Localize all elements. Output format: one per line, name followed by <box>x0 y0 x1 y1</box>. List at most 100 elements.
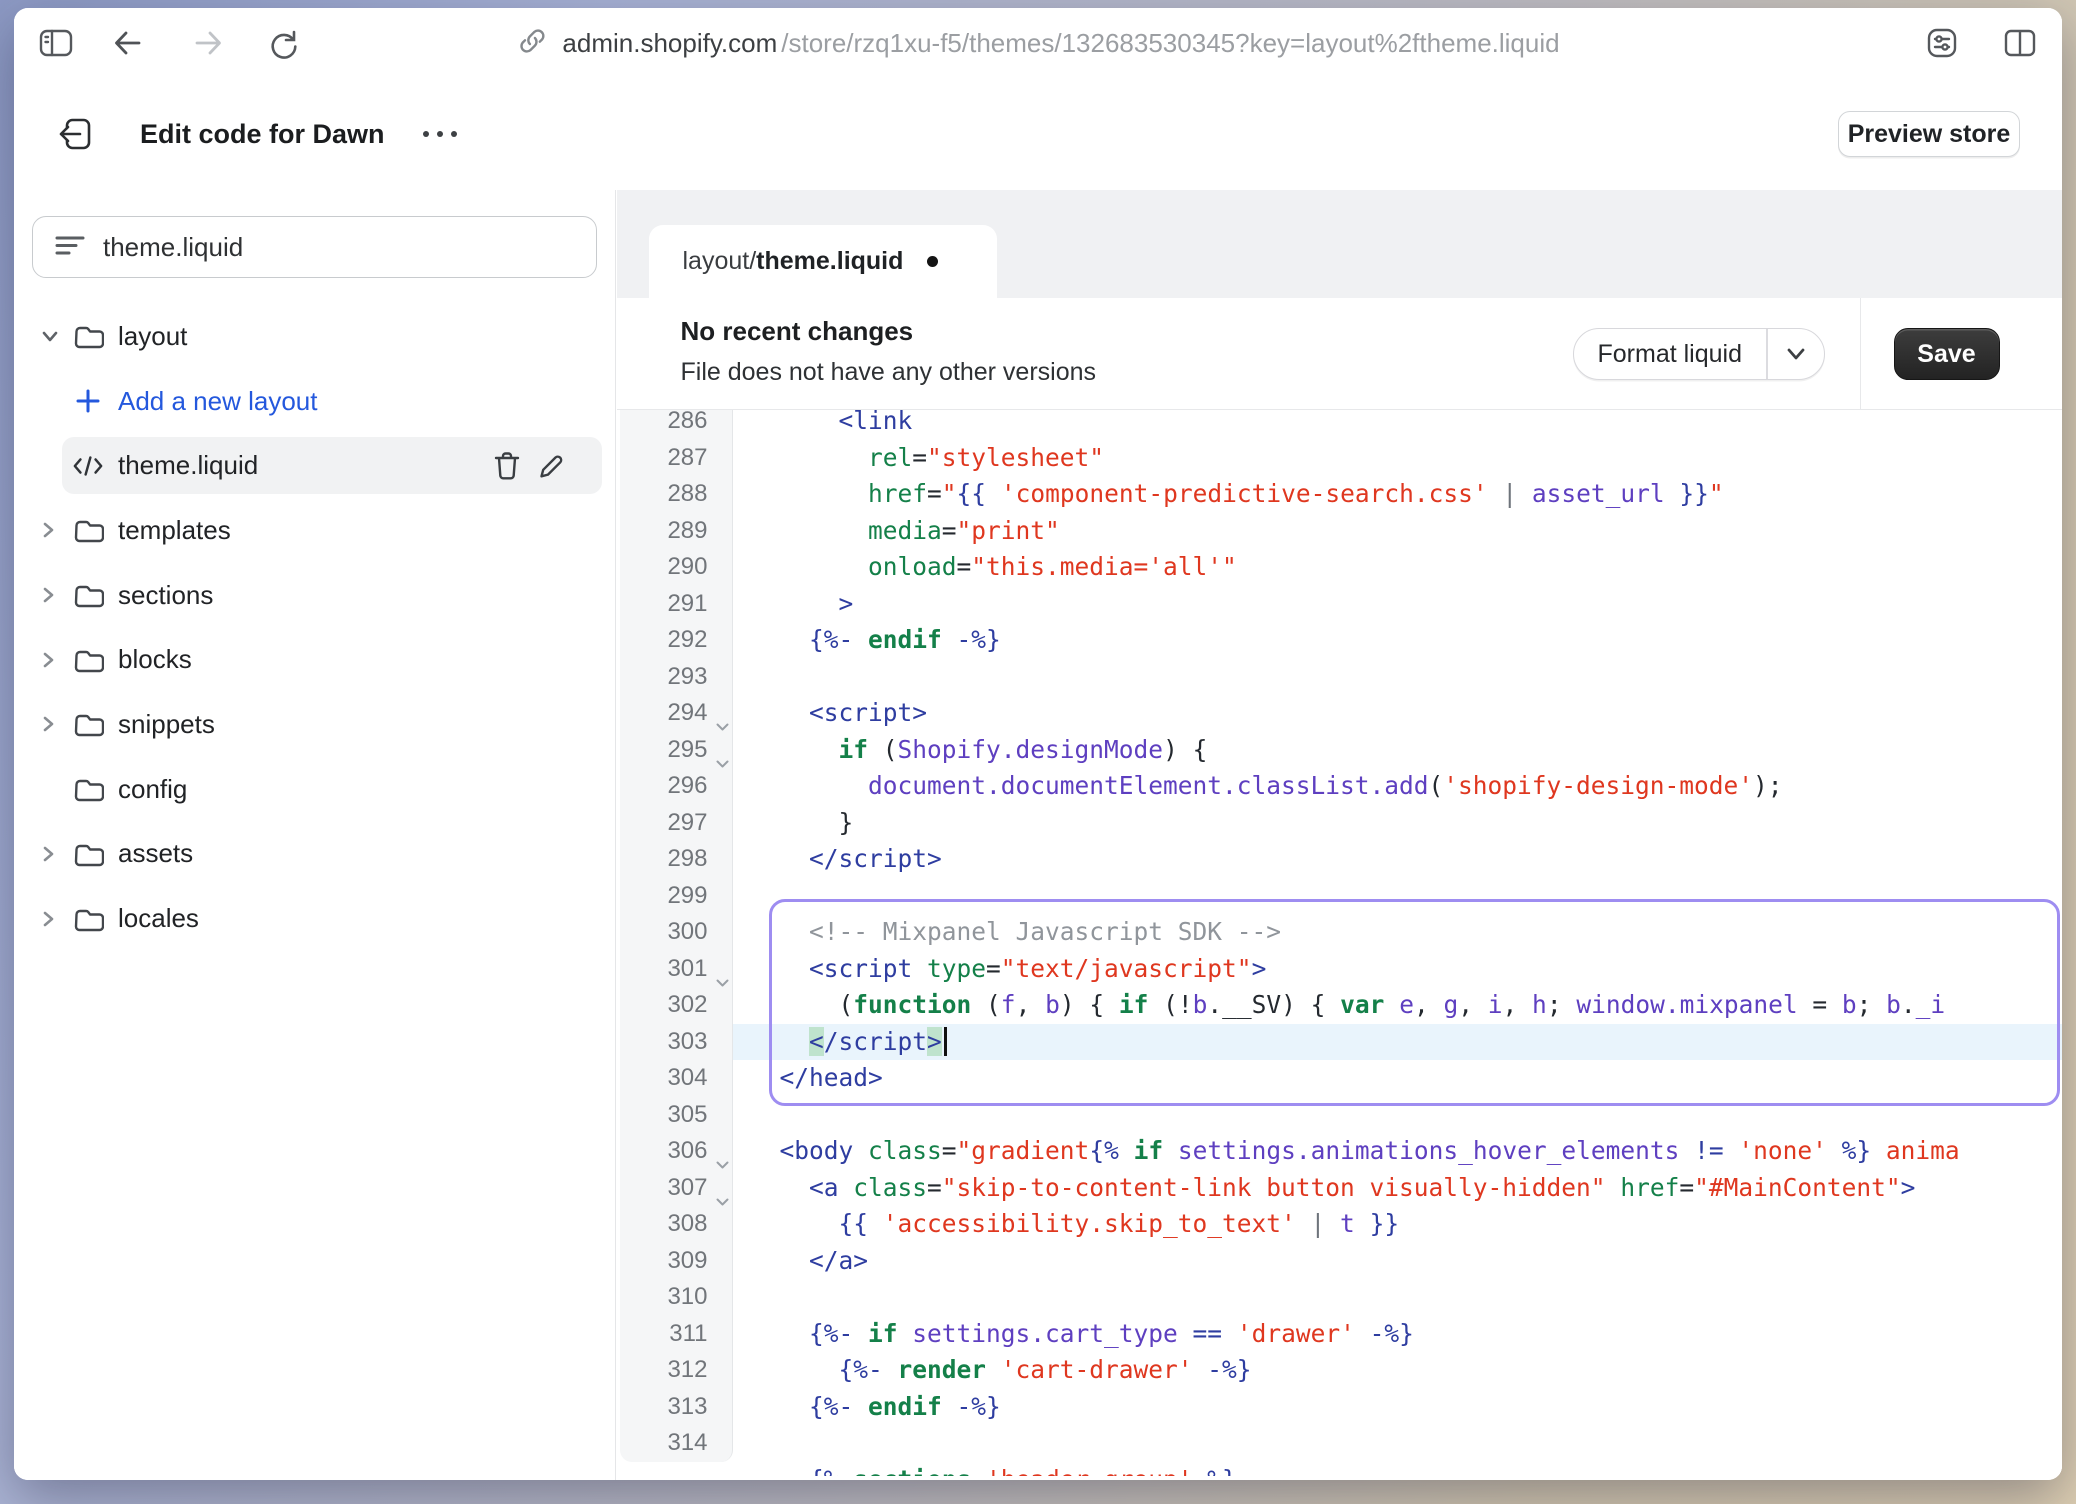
code-line[interactable]: 304</head> <box>617 1060 2063 1097</box>
sidebar-item-assets[interactable]: assets <box>14 822 615 887</box>
folder-icon <box>72 321 104 351</box>
line-number: 290 <box>620 549 733 586</box>
code-text[interactable]: <link <box>733 410 2063 440</box>
code-text[interactable]: document.documentElement.classList.add('… <box>733 768 2063 805</box>
chevron-right-icon[interactable] <box>40 585 72 605</box>
code-line[interactable]: 309 </a> <box>617 1243 2063 1280</box>
code-line[interactable]: 307 <a class="skip-to-content-link butto… <box>617 1170 2063 1207</box>
code-text[interactable]: media="print" <box>733 513 2063 550</box>
code-line[interactable]: 306<body class="gradient{% if settings.a… <box>617 1133 2063 1170</box>
sidebar-toggle-icon[interactable] <box>36 23 76 63</box>
code-line[interactable]: 308 {{ 'accessibility.skip_to_text' | t … <box>617 1206 2063 1243</box>
code-text[interactable] <box>733 878 2063 915</box>
code-text[interactable]: {%- render 'cart-drawer' -%} <box>733 1352 2063 1389</box>
page-settings-icon[interactable] <box>1922 23 1962 63</box>
code-text[interactable] <box>733 659 2063 696</box>
code-line[interactable]: 287 rel="stylesheet" <box>617 440 2063 477</box>
code-line[interactable]: 296 document.documentElement.classList.a… <box>617 768 2063 805</box>
code-text[interactable]: <script> <box>733 695 2063 732</box>
code-line[interactable]: 301 <script type="text/javascript"> <box>617 951 2063 988</box>
code-line[interactable]: 295 if (Shopify.designMode) { <box>617 732 2063 769</box>
code-line[interactable]: 286 <link <box>617 410 2063 440</box>
format-options-chevron-icon[interactable] <box>1768 329 1824 379</box>
code-line[interactable]: 311 {%- if settings.cart_type == 'drawer… <box>617 1316 2063 1353</box>
sidebar-item-templates[interactable]: templates <box>14 498 615 563</box>
chevron-right-icon[interactable] <box>40 844 72 864</box>
code-line[interactable]: 290 onload="this.media='all'" <box>617 549 2063 586</box>
reload-icon[interactable] <box>264 23 304 63</box>
rename-file-icon[interactable] <box>536 451 566 481</box>
code-text[interactable]: if (Shopify.designMode) { <box>733 732 2063 769</box>
exit-editor-icon[interactable] <box>54 110 102 158</box>
code-text[interactable]: {%- endif -%} <box>733 622 2063 659</box>
code-text[interactable]: </script> <box>733 841 2063 878</box>
code-text[interactable]: onload="this.media='all'" <box>733 549 2063 586</box>
file-search-input[interactable]: theme.liquid <box>32 216 597 278</box>
code-line[interactable]: 298 </script> <box>617 841 2063 878</box>
code-line[interactable]: 315 {% sections 'header-group' %} <box>617 1462 2063 1477</box>
more-actions-icon[interactable] <box>414 114 466 154</box>
sidebar-item-snippets[interactable]: snippets <box>14 692 615 757</box>
back-icon[interactable] <box>108 23 148 63</box>
tab-theme-liquid[interactable]: layout/theme.liquid <box>649 225 997 298</box>
sidebar-item-label: locales <box>118 903 199 934</box>
preview-store-button[interactable]: Preview store <box>1838 111 2020 157</box>
forward-icon[interactable] <box>188 23 228 63</box>
code-text[interactable]: {{ 'accessibility.skip_to_text' | t }} <box>733 1206 2063 1243</box>
code-line[interactable]: 289 media="print" <box>617 513 2063 550</box>
code-text[interactable] <box>733 1279 2063 1316</box>
code-editor[interactable]: 286 <link287 rel="stylesheet"288 href="{… <box>617 410 2063 1476</box>
code-text[interactable]: {% sections 'header-group' %} <box>733 1462 2063 1477</box>
code-line[interactable]: 288 href="{{ 'component-predictive-searc… <box>617 476 2063 513</box>
code-text[interactable] <box>733 1425 2063 1462</box>
code-text[interactable]: </head> <box>733 1060 2063 1097</box>
code-line[interactable]: 314 <box>617 1425 2063 1462</box>
code-text[interactable]: href="{{ 'component-predictive-search.cs… <box>733 476 2063 513</box>
code-line[interactable]: 292 {%- endif -%} <box>617 622 2063 659</box>
code-line[interactable]: 299 <box>617 878 2063 915</box>
code-line[interactable]: 294 <script> <box>617 695 2063 732</box>
code-line[interactable]: 305 <box>617 1097 2063 1134</box>
sidebar-item-sections[interactable]: sections <box>14 563 615 628</box>
split-view-icon[interactable] <box>2000 23 2040 63</box>
code-text[interactable]: {%- endif -%} <box>733 1389 2063 1426</box>
code-text[interactable]: > <box>733 586 2063 623</box>
sidebar-item-config[interactable]: config <box>14 757 615 822</box>
code-line[interactable]: 310 <box>617 1279 2063 1316</box>
code-text[interactable]: </script> <box>733 1024 2063 1061</box>
chevron-right-icon[interactable] <box>40 520 72 540</box>
code-text[interactable] <box>733 1097 2063 1134</box>
sidebar-item-locales[interactable]: locales <box>14 886 615 951</box>
code-line[interactable]: 297 } <box>617 805 2063 842</box>
code-line[interactable]: 300 <!-- Mixpanel Javascript SDK --> <box>617 914 2063 951</box>
chevron-right-icon[interactable] <box>40 650 72 670</box>
code-text[interactable]: <!-- Mixpanel Javascript SDK --> <box>733 914 2063 951</box>
code-text[interactable]: (function (f, b) { if (!b.__SV) { var e,… <box>733 987 2063 1024</box>
code-text[interactable]: <script type="text/javascript"> <box>733 951 2063 988</box>
code-line[interactable]: 291 > <box>617 586 2063 623</box>
code-text[interactable]: <body class="gradient{% if settings.anim… <box>733 1133 2063 1170</box>
code-text[interactable]: </a> <box>733 1243 2063 1280</box>
code-line[interactable]: 313 {%- endif -%} <box>617 1389 2063 1426</box>
header-vertical-divider <box>1860 298 1861 409</box>
sidebar-item-blocks[interactable]: blocks <box>14 627 615 692</box>
code-text[interactable]: {%- if settings.cart_type == 'drawer' -%… <box>733 1316 2063 1353</box>
code-line[interactable]: 293 <box>617 659 2063 696</box>
url-field[interactable]: admin.shopify.com/store/rzq1xu-f5/themes… <box>516 8 1559 78</box>
code-line[interactable]: 303 </script> <box>617 1024 2063 1061</box>
sidebar-item-add-a-new-layout[interactable]: Add a new layout <box>14 369 615 434</box>
code-text[interactable]: <a class="skip-to-content-link button vi… <box>733 1170 2063 1207</box>
code-line[interactable]: 302 (function (f, b) { if (!b.__SV) { va… <box>617 987 2063 1024</box>
format-liquid-button[interactable]: Format liquid <box>1573 328 1825 380</box>
sidebar-item-layout[interactable]: layout <box>14 304 615 369</box>
chevron-right-icon[interactable] <box>40 714 72 734</box>
chevron-down-icon[interactable] <box>40 328 72 344</box>
code-line[interactable]: 312 {%- render 'cart-drawer' -%} <box>617 1352 2063 1389</box>
sidebar-item-theme-liquid[interactable]: theme.liquid <box>14 433 615 498</box>
code-text[interactable]: } <box>733 805 2063 842</box>
code-text[interactable]: rel="stylesheet" <box>733 440 2063 477</box>
file-sidebar: theme.liquid layoutAdd a new layouttheme… <box>14 190 616 1480</box>
save-button[interactable]: Save <box>1894 328 2000 380</box>
delete-file-icon[interactable] <box>492 450 522 482</box>
chevron-right-icon[interactable] <box>40 909 72 929</box>
